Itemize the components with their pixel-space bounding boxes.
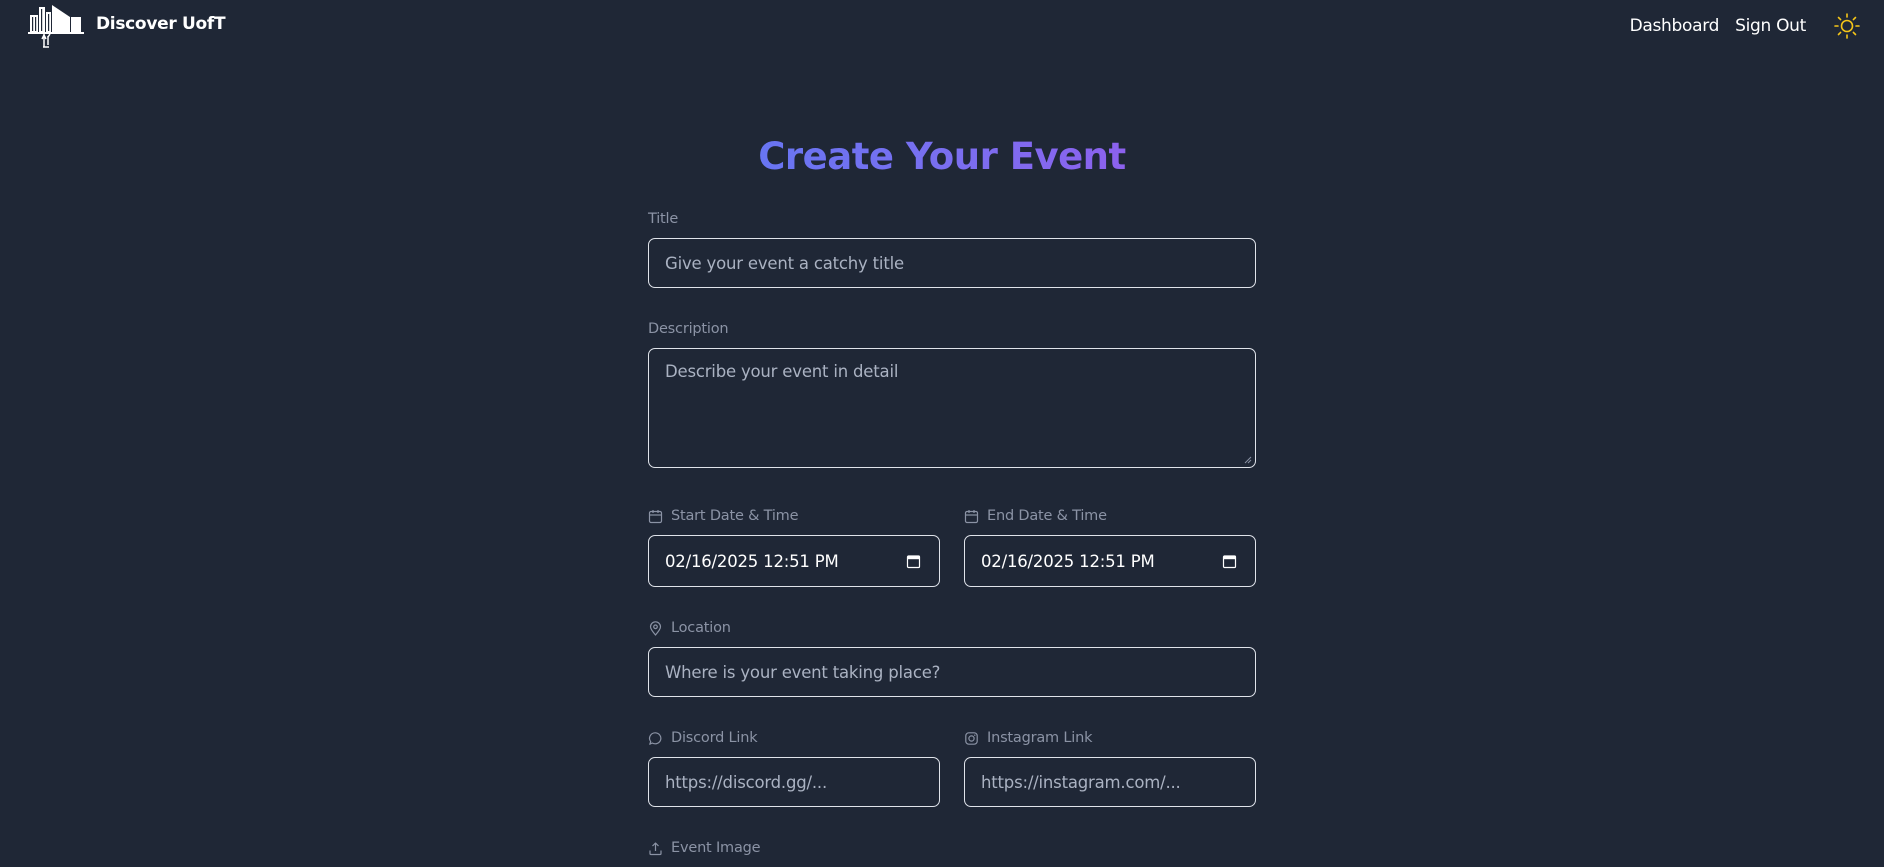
instagram-placeholder: https://instagram.com/... bbox=[981, 772, 1181, 792]
end-datetime-label: End Date & Time bbox=[964, 508, 1107, 524]
chat-bubble-icon bbox=[648, 731, 662, 745]
discord-input[interactable]: https://discord.gg/... bbox=[648, 757, 940, 807]
calendar-icon bbox=[648, 509, 663, 523]
sign-out-link[interactable]: Sign Out bbox=[1735, 16, 1806, 36]
title-label-text: Title bbox=[648, 211, 679, 227]
instagram-label: Instagram Link bbox=[964, 730, 1092, 746]
end-datetime-value: 02/16/2025 12:51 PM bbox=[981, 551, 1155, 571]
page-title-text: Create Your Event bbox=[758, 135, 1126, 178]
sun-icon bbox=[1834, 13, 1860, 39]
description-textarea[interactable]: Describe your event in detail bbox=[648, 348, 1256, 468]
location-input[interactable]: Where is your event taking place? bbox=[648, 647, 1256, 697]
top-nav: Dashboard Sign Out bbox=[1630, 12, 1884, 40]
calendar-picker-icon[interactable] bbox=[1222, 554, 1237, 569]
end-datetime-input[interactable]: 02/16/2025 12:51 PM bbox=[964, 535, 1256, 587]
event-image-label-text: Event Image bbox=[671, 840, 761, 856]
start-datetime-label-text: Start Date & Time bbox=[671, 508, 799, 524]
location-label-text: Location bbox=[671, 620, 731, 636]
instagram-label-text: Instagram Link bbox=[987, 730, 1093, 746]
upload-icon bbox=[649, 841, 662, 855]
brand[interactable]: Discover UofT bbox=[26, 4, 226, 56]
calendar-picker-icon[interactable] bbox=[906, 554, 921, 569]
start-datetime-input[interactable]: 02/16/2025 12:51 PM bbox=[648, 535, 940, 587]
location-placeholder: Where is your event taking place? bbox=[665, 662, 941, 682]
discord-label-text: Discord Link bbox=[671, 730, 758, 746]
resize-handle-icon[interactable] bbox=[1244, 456, 1252, 464]
instagram-input[interactable]: https://instagram.com/... bbox=[964, 757, 1256, 807]
page-title: Create Your Event bbox=[0, 134, 1884, 180]
start-datetime-value: 02/16/2025 12:51 PM bbox=[665, 551, 839, 571]
end-datetime-label-text: End Date & Time bbox=[987, 508, 1107, 524]
brand-name: Discover UofT bbox=[96, 14, 226, 34]
location-label: Location bbox=[648, 620, 731, 636]
uoft-building-logo bbox=[28, 5, 84, 48]
event-image-label: Event Image bbox=[648, 840, 761, 856]
title-label: Title bbox=[648, 211, 678, 227]
discord-label: Discord Link bbox=[648, 730, 758, 746]
theme-toggle-button[interactable] bbox=[1832, 11, 1862, 41]
description-label-text: Description bbox=[648, 321, 729, 337]
title-input[interactable]: Give your event a catchy title bbox=[648, 238, 1256, 288]
dashboard-link[interactable]: Dashboard bbox=[1630, 16, 1720, 36]
description-placeholder: Describe your event in detail bbox=[665, 362, 899, 381]
instagram-icon bbox=[965, 731, 978, 745]
description-label: Description bbox=[648, 321, 729, 337]
map-pin-icon bbox=[649, 620, 662, 636]
calendar-icon bbox=[964, 509, 979, 523]
title-placeholder: Give your event a catchy title bbox=[665, 253, 904, 273]
discord-placeholder: https://discord.gg/... bbox=[665, 772, 828, 792]
start-datetime-label: Start Date & Time bbox=[648, 508, 799, 524]
